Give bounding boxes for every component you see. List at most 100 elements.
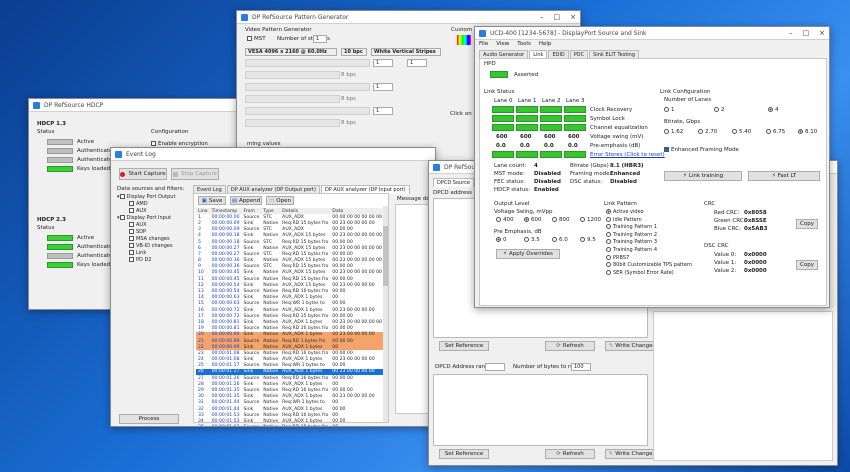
mst-check-icon[interactable]	[247, 36, 252, 41]
streams-input[interactable]: 1	[313, 35, 327, 43]
color-palette-swatch[interactable]	[457, 35, 471, 45]
enhanced-framing-checkbox[interactable]: Enhanced Framing Mode	[664, 147, 739, 153]
pattern-tp3[interactable]: Training Pattern 3	[606, 239, 692, 247]
menu-view[interactable]: View	[496, 41, 509, 47]
col-timestamp[interactable]: Timestamp	[210, 208, 242, 214]
bytes-read-input[interactable]: 100	[571, 363, 591, 371]
refresh-button[interactable]: ⟳ Refresh	[545, 341, 595, 351]
minimize-icon[interactable]: –	[789, 29, 793, 37]
vswing-opt-1200[interactable]: 1200	[580, 217, 601, 223]
log-scrollbar[interactable]	[383, 206, 388, 422]
pattern-ser[interactable]: SER (Symbol Error Rate)	[606, 269, 692, 278]
bitrate-opt-810[interactable]: 8.10	[798, 129, 817, 135]
stream-spin[interactable]: 1	[373, 59, 393, 67]
pattern-select[interactable]: White Vertical Stripes	[371, 48, 441, 56]
pattern-section-label: Video Pattern Generator	[245, 27, 312, 33]
tree-item[interactable]: SDP	[117, 229, 189, 236]
table-row[interactable]: 20 00:00:00.90 Sink Native AUX_ADX 1 bytes 00…	[196, 331, 384, 338]
bitrate-opt-162[interactable]: 1.62	[664, 129, 683, 135]
table-row[interactable]: 4 00:00:00.18 Sink Native AUX_ADX 15 bytes 00…	[196, 233, 384, 239]
error-stores-link[interactable]: Error Stores (Click to reset)	[590, 152, 665, 158]
bpc-select[interactable]: 10 bpc	[341, 48, 367, 56]
tree-item[interactable]: MSA changes	[117, 236, 189, 243]
minimize-icon[interactable]: –	[540, 13, 544, 21]
tree-item[interactable]: AUX	[117, 208, 189, 215]
apply-overrides-button[interactable]: ⚡ Apply Overrides	[496, 249, 560, 259]
tab-dpcd-source[interactable]: DPCD Source	[433, 178, 474, 187]
menu-help[interactable]: Help	[539, 41, 552, 47]
stream-spin-2[interactable]: 1	[407, 59, 427, 67]
bitrate-opt-675[interactable]: 6.75	[766, 129, 785, 135]
tree-item[interactable]: AUX	[117, 222, 189, 229]
table-row[interactable]: 10 00:00:00.45 Sink Native AUX_ADX 15 bytes 0…	[196, 270, 384, 276]
mst-checkbox[interactable]: MST	[247, 36, 266, 42]
process-button[interactable]: Process	[119, 414, 179, 424]
link-training-button[interactable]: ⚡ Link training	[664, 171, 742, 181]
menu-file[interactable]: File	[479, 41, 488, 47]
pattern-active-video[interactable]: Active video	[606, 209, 692, 217]
tree-item[interactable]: ▾ Display Port Input	[117, 215, 189, 222]
maximize-icon[interactable]: □	[554, 13, 561, 21]
table-row[interactable]: 30 00:00:01.35 Sink Native AUX_ADX 1 bytes 00…	[196, 394, 384, 400]
col-line[interactable]: Line	[196, 208, 210, 214]
bitrate-opt-540[interactable]: 5.40	[732, 129, 751, 135]
tree-item[interactable]: PD D2	[117, 257, 189, 264]
dpcd-hex-grid-bottom[interactable]	[433, 374, 648, 446]
open-button[interactable]: ▭ Open	[266, 196, 294, 205]
set-reference-button[interactable]: Set Reference	[439, 341, 489, 351]
vswing-opt-600[interactable]: 600	[524, 217, 542, 223]
table-row[interactable]: 8 00:00:00.36 Sink Native AUX_ADX 15 bytes 00…	[196, 258, 384, 264]
table-row[interactable]: 18 00:00:00.81 Sink Native AUX_ADX 1 bytes 00…	[196, 319, 384, 325]
tree-item[interactable]: ▾ Display Port Output	[117, 194, 189, 201]
close-icon[interactable]: ×	[819, 29, 825, 37]
lanes-opt-4[interactable]: 4	[768, 107, 779, 113]
pre-opt-35[interactable]: 3.5	[524, 237, 540, 243]
write-changes-button[interactable]: ✎ Write Changes	[605, 341, 659, 351]
append-button[interactable]: ▤ Append	[230, 196, 262, 205]
write-changes-button-bottom[interactable]: ✎ Write Changes	[605, 449, 659, 459]
crc-copy-button[interactable]: Copy	[796, 219, 818, 229]
table-row[interactable]: 3500:00:01.62SourceNativeReq:RD 16 bytes…	[196, 425, 384, 426]
vswing-opt-400[interactable]: 400	[496, 217, 514, 223]
table-row[interactable]: 6 00:00:00.27 Sink Native AUX_ADX 15 bytes 00…	[196, 245, 384, 251]
pattern-tp1[interactable]: Training Pattern 1	[606, 224, 692, 232]
tree-item[interactable]: AMD	[117, 201, 189, 208]
address-range-input[interactable]	[485, 363, 505, 371]
table-row[interactable]: 26 00:00:01.17 Sink Native AUX_ADX 1 bytes 00…	[196, 368, 384, 376]
video-mode-select[interactable]: VESA 4096 x 2160 @ 60.0Hz	[245, 48, 337, 56]
dsc-copy-button[interactable]: Copy	[796, 260, 818, 270]
pre-opt-60[interactable]: 6.0	[552, 237, 568, 243]
pattern-prbs7[interactable]: PRBS7	[606, 254, 692, 263]
refresh-button-bottom[interactable]: ⟳ Refresh	[545, 449, 595, 459]
lanes-opt-1[interactable]: 1	[664, 107, 675, 113]
vswing-opt-800[interactable]: 800	[552, 217, 570, 223]
start-capture-button[interactable]: Start Capture	[119, 168, 167, 180]
tree-item[interactable]: VB-ID changes	[117, 243, 189, 250]
table-row[interactable]: 24 00:00:01.08 Sink Native AUX_ADX 1 bytes 00…	[196, 357, 384, 363]
bpc-small: 8 bpc	[341, 72, 357, 78]
bitrate-opt-270[interactable]: 2.70	[698, 129, 717, 135]
table-row[interactable]: 16 00:00:00.72 Sink Native AUX_ADX 1 bytes 00…	[196, 307, 384, 313]
maximize-icon[interactable]: □	[803, 29, 810, 37]
table-row[interactable]: 12 00:00:00.54 Sink Native AUX_ADX 15 bytes 0…	[196, 282, 384, 288]
table-cell: Req:WR 1 bytes to	[282, 400, 325, 406]
stream-spin[interactable]: 1	[373, 107, 393, 115]
tree-item[interactable]: Link	[117, 250, 189, 257]
stream-spin[interactable]: 1	[373, 83, 393, 91]
pattern-tp4[interactable]: Training Pattern 4	[606, 246, 692, 255]
pattern-idle[interactable]: Idle Pattern	[606, 216, 692, 225]
menu-tools[interactable]: Tools	[517, 41, 531, 47]
save-button[interactable]: ▣ Save	[198, 196, 226, 205]
pre-opt-0[interactable]: 0	[496, 237, 507, 243]
lanes-opt-2[interactable]: 2	[714, 107, 725, 113]
table-row[interactable]: 2 00:00:00.09 Sink Native Req:RD 15 bytes fr…	[196, 220, 384, 226]
pattern-tp2[interactable]: Training Pattern 2	[606, 231, 692, 240]
pre-opt-95[interactable]: 9.5	[580, 237, 596, 243]
enable-encryption-checkbox[interactable]	[151, 141, 156, 146]
pattern-80bit[interactable]: 80bit Customizable TPS pattern	[606, 262, 692, 270]
set-reference-button-bottom[interactable]: Set Reference	[439, 449, 489, 459]
table-row[interactable]: 1 00:00:00.00 Source STC AUX_ADX 00 00 00 00 …	[196, 214, 384, 220]
fast-lt-button[interactable]: ⚡ Fast LT	[748, 171, 820, 181]
close-icon[interactable]: ×	[570, 13, 576, 21]
stop-capture-button[interactable]: Stop Capture	[171, 168, 219, 180]
